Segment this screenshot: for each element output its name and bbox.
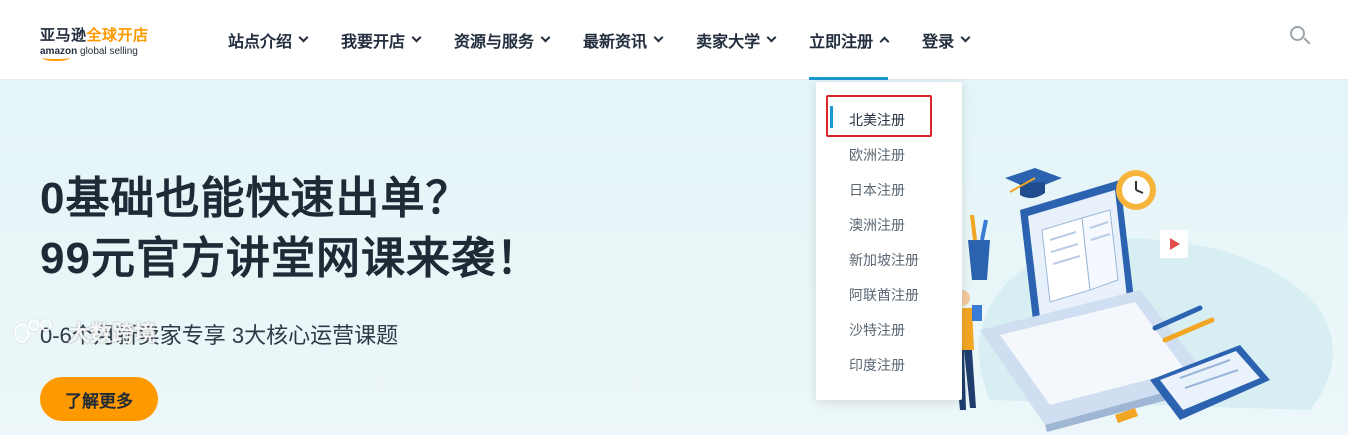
chevron-down-icon	[540, 32, 551, 43]
amazon-smile-icon	[42, 55, 70, 61]
top-header: 亚马逊全球开店 amazon global selling 站点介绍 我要开店 …	[0, 0, 1348, 80]
chevron-down-icon	[653, 32, 664, 43]
chevron-down-icon	[766, 32, 777, 43]
nav-item-open-store[interactable]: 我要开店	[341, 0, 422, 80]
nav-item-site-intro[interactable]: 站点介绍	[228, 0, 309, 80]
hero-headline-line2: 99元官方讲堂网课来袭！	[40, 234, 541, 283]
watermark-text: 大数跨境	[68, 321, 157, 346]
logo-cn-text: 亚马逊全球开店	[40, 27, 149, 44]
search-icon[interactable]	[1290, 26, 1312, 48]
clock-icon	[1116, 170, 1156, 210]
chevron-down-icon	[298, 32, 309, 43]
dropdown-item-australia[interactable]: 澳洲注册	[849, 215, 905, 235]
dropdown-item-europe[interactable]: 欧洲注册	[849, 145, 905, 165]
play-icon	[1160, 230, 1188, 258]
main-nav: 站点介绍 我要开店 资源与服务 最新资讯 卖家大学 立即注册 登录	[228, 0, 1003, 80]
chevron-down-icon	[411, 32, 422, 43]
chevron-up-icon	[879, 36, 890, 47]
dropdown-item-north-america[interactable]: 北美注册	[849, 110, 905, 130]
dropdown-item-singapore[interactable]: 新加坡注册	[849, 250, 919, 270]
dropdown-item-japan[interactable]: 日本注册	[849, 180, 905, 200]
watermark: 大数跨境	[12, 316, 156, 348]
pencil-cup-icon	[968, 214, 990, 280]
watermark-logo-icon	[12, 317, 60, 347]
learn-more-button[interactable]: 了解更多	[40, 377, 158, 421]
dropdown-item-uae[interactable]: 阿联酋注册	[849, 285, 919, 305]
dropdown-item-india[interactable]: 印度注册	[849, 355, 905, 375]
chevron-down-icon	[960, 32, 971, 43]
hero-headline-line1: 0基础也能快速出单？	[40, 174, 471, 223]
amazon-global-selling-logo[interactable]: 亚马逊全球开店 amazon global selling	[40, 24, 160, 61]
graduation-cap-icon	[1005, 168, 1062, 199]
nav-item-news[interactable]: 最新资讯	[583, 0, 664, 80]
online-course-illustration	[950, 168, 1333, 432]
nav-item-register[interactable]: 立即注册	[809, 0, 890, 80]
register-dropdown-menu: 北美注册 欧洲注册 日本注册 澳洲注册 新加坡注册 阿联酋注册 沙特注册 印度注…	[816, 82, 962, 400]
active-indicator	[830, 106, 833, 128]
nav-item-resources[interactable]: 资源与服务	[454, 0, 551, 80]
dropdown-item-saudi[interactable]: 沙特注册	[849, 320, 905, 340]
nav-item-seller-university[interactable]: 卖家大学	[696, 0, 777, 80]
nav-item-login[interactable]: 登录	[922, 0, 971, 80]
